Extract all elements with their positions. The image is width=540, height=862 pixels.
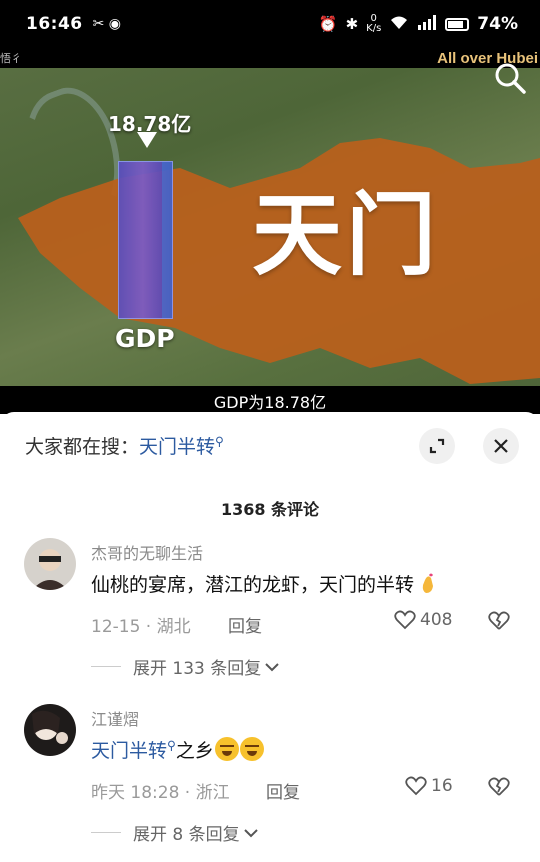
heart-icon (394, 610, 416, 630)
like-count: 16 (431, 776, 453, 796)
comment-meta: 12-15 · 湖北 (91, 617, 191, 637)
comment-count: 1368 条评论 (220, 500, 320, 519)
comment-search-link[interactable]: 天门半转 (91, 740, 167, 762)
comment-item: 江谨熠 天门半转⚲之乡 昨天 18:28 · 浙江 回复 16 展开 8 条回复 (0, 702, 540, 862)
avatar[interactable] (24, 704, 76, 756)
gdp-arrow-icon (137, 132, 157, 148)
battery-icon (445, 17, 470, 31)
chevron-down-icon (243, 823, 258, 843)
status-right-icons: ⏰ ✱ 0 K/s 74% (318, 14, 518, 35)
gdp-label: GDP (115, 324, 175, 353)
dislike-button[interactable] (487, 777, 511, 801)
city-name: 天门 (252, 183, 440, 288)
battery-percent: 74% (477, 14, 518, 34)
reply-button[interactable]: 回复 (266, 778, 300, 803)
video-player[interactable]: 悟彳 All over Hubei 18.78亿 GDP 天门 GDP为18.7… (0, 48, 540, 414)
gdp-bar (118, 161, 173, 319)
expand-panel-button[interactable] (419, 428, 455, 464)
trending-search-prefix: 大家都在搜： (25, 436, 140, 458)
expand-replies-label: 展开 133 条回复 (133, 659, 262, 679)
search-small-icon: ⚲ (215, 434, 224, 449)
status-notification-icons: ✂ ◉ (92, 16, 122, 32)
comment-username[interactable]: 江谨熠 (91, 706, 139, 730)
trending-search[interactable]: 大家都在搜：天门半转⚲ (25, 432, 224, 459)
status-time: 16:46 (26, 14, 83, 34)
divider (91, 832, 121, 833)
wifi-icon (389, 14, 409, 34)
close-panel-button[interactable] (483, 428, 519, 464)
divider (91, 666, 121, 667)
net-speed-unit: K/s (366, 23, 382, 34)
broken-heart-icon (488, 611, 510, 630)
avatar[interactable] (24, 538, 76, 590)
search-small-icon: ⚲ (167, 738, 176, 753)
comment-text-body: 之乡 (175, 740, 214, 762)
chevron-down-icon (265, 657, 279, 677)
like-button[interactable]: 408 (394, 610, 452, 630)
alarm-icon: ⏰ (318, 15, 338, 33)
expand-replies-label: 展开 8 条回复 (133, 825, 240, 845)
trending-search-term[interactable]: 天门半转 (139, 436, 215, 458)
crying-laughing-emoji-icon (239, 737, 264, 761)
crying-laughing-emoji-icon (214, 737, 239, 761)
comment-text: 仙桃的宴席，潜江的龙虾，天门的半转 (91, 570, 436, 597)
expand-replies-button[interactable]: 展开 8 条回复 (91, 820, 258, 845)
like-button[interactable]: 16 (405, 776, 453, 796)
broken-heart-icon (488, 777, 510, 796)
status-bar: 16:46 ✂ ◉ ⏰ ✱ 0 K/s 74% (0, 0, 540, 48)
bluetooth-icon: ✱ (345, 15, 359, 33)
comment-text-body: 仙桃的宴席，潜江的龙虾，天门的半转 (91, 574, 415, 596)
comment-text: 天门半转⚲之乡 (91, 736, 264, 763)
like-count: 408 (420, 610, 453, 630)
expand-icon (429, 438, 445, 454)
comments-panel: 大家都在搜：天门半转⚲ 1368 条评论 杰哥的无聊生活 仙桃的宴席，潜江的龙虾… (0, 412, 540, 858)
comment-username[interactable]: 杰哥的无聊生活 (91, 540, 203, 564)
comment-item: 杰哥的无聊生活 仙桃的宴席，潜江的龙虾，天门的半转 12-15 · 湖北 回复 … (0, 536, 540, 696)
video-subtitle: GDP为18.78亿 (213, 393, 327, 412)
reply-button[interactable]: 回复 (228, 612, 262, 637)
signal-icon (417, 14, 437, 34)
heart-icon (405, 776, 427, 796)
finger-heart-emoji-icon (422, 573, 434, 593)
close-icon (494, 439, 508, 453)
comment-meta: 昨天 18:28 · 浙江 (91, 783, 230, 803)
net-speed: 0 K/s (366, 14, 381, 34)
dislike-button[interactable] (487, 611, 511, 635)
expand-replies-button[interactable]: 展开 133 条回复 (91, 654, 279, 679)
